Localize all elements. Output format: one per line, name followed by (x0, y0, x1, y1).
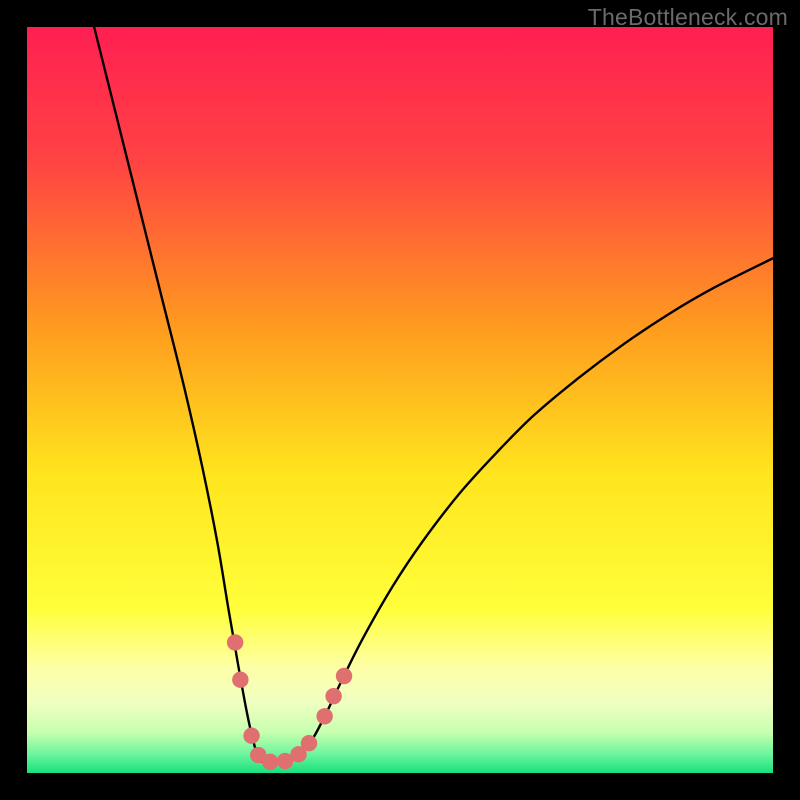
chart-plot-area (27, 27, 773, 773)
chart-svg (27, 27, 773, 773)
curve-dot (262, 754, 278, 770)
chart-frame: TheBottleneck.com (0, 0, 800, 800)
curve-dot (243, 727, 259, 743)
curve-dot (227, 634, 243, 650)
curve-dot (301, 735, 317, 751)
curve-dot (336, 668, 352, 684)
curve-dot (325, 688, 341, 704)
chart-background (27, 27, 773, 773)
curve-dot (232, 672, 248, 688)
watermark-text: TheBottleneck.com (588, 4, 788, 31)
curve-dot (316, 708, 332, 724)
